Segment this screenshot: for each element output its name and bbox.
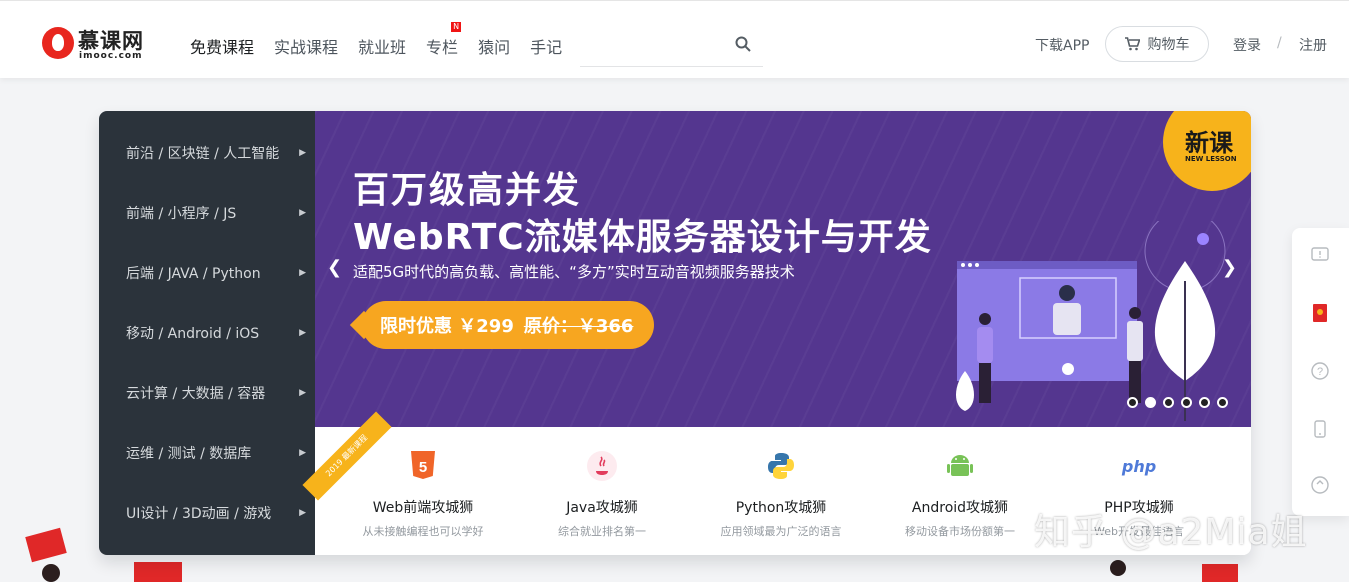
category-label: 移动 / Android / iOS [126,326,260,342]
carousel-dot[interactable] [1163,397,1174,408]
category-label: 前沿 / 区块链 / 人工智能 [126,146,280,162]
php-icon: php [1122,449,1156,483]
nav-job-class[interactable]: 就业班 [358,34,406,58]
carousel-dot[interactable] [1127,397,1138,408]
chevron-left-icon[interactable]: ❮ [327,257,342,278]
red-packet-icon[interactable] [1311,304,1329,322]
category-item-frontier[interactable]: 前沿 / 区块链 / 人工智能 ▶ [126,138,306,168]
career-path-name: Android攻城狮 [911,500,1009,516]
decorative-illustration [1110,556,1250,582]
cart-button[interactable]: 购物车 [1105,26,1209,62]
search-icon[interactable] [735,36,751,52]
chevron-right-icon: ▶ [299,508,306,518]
nav-practical-courses[interactable]: 实战课程 [274,34,338,58]
badge-label: 新课 [1185,129,1233,157]
chevron-right-icon: ▶ [299,388,306,398]
imooc-logo[interactable]: 慕课网 imooc.com [42,25,152,63]
career-path-desc: 应用领域最为广泛的语言 [720,525,842,538]
banner-title-secondary: WebRTC流媒体服务器设计与开发 [353,217,932,258]
chevron-right-icon[interactable]: ❯ [1222,257,1237,278]
category-item-mobile[interactable]: 移动 / Android / iOS ▶ [126,318,306,348]
career-path-card[interactable]: Java攻城狮 综合就业排名第一 [522,449,682,539]
banner-subtitle: 适配5G时代的高负载、高性能、“多方”实时互动音视频服务器技术 [353,263,795,281]
category-item-frontend[interactable]: 前端 / 小程序 / JS ▶ [126,198,306,228]
carousel-dot-active[interactable] [1145,397,1156,408]
nav-columns[interactable]: 专栏 N [426,22,462,58]
carousel-dots [1127,397,1228,408]
download-app-link[interactable]: 下载APP [1035,35,1089,55]
watermark-text: 知乎 @a2Mia姐 [1034,512,1308,553]
category-label: 运维 / 测试 / 数据库 [126,446,252,462]
android-icon [943,449,977,483]
career-path-name: Web前端攻城狮 [372,500,474,516]
career-path-card[interactable]: Python攻城狮 应用领域最为广泛的语言 [701,449,861,539]
original-price: 原价：￥366 [523,316,634,337]
category-item-cloud[interactable]: 云计算 / 大数据 / 容器 ▶ [126,378,306,408]
chevron-right-icon: ▶ [299,448,306,458]
carousel-dot[interactable] [1199,397,1210,408]
career-path-card[interactable]: Android攻城狮 移动设备市场份额第一 [880,449,1040,539]
career-path-name: Java攻城狮 [566,500,638,516]
category-menu: 前沿 / 区块链 / 人工智能 ▶ 前端 / 小程序 / JS ▶ 后端 / JAV… [99,111,315,555]
back-to-top-icon[interactable] [1311,476,1329,494]
feedback-icon[interactable] [1311,246,1329,264]
career-path-desc: 从未接触编程也可以学好 [362,525,484,538]
flame-logo-icon [42,27,74,59]
help-icon[interactable]: ? [1311,362,1329,380]
nav-notes[interactable]: 手记 [530,34,562,58]
python-icon [764,449,798,483]
category-item-backend[interactable]: 后端 / JAVA / Python ▶ [126,258,306,288]
cart-label: 购物车 [1147,37,1190,53]
decorative-illustration [134,562,182,582]
svg-text:?: ? [1317,366,1323,378]
register-link[interactable]: 注册 [1299,35,1327,55]
logo-domain: imooc.com [79,51,143,61]
html5-icon: 5 [406,449,440,483]
nav-columns-label: 专栏 [426,38,459,57]
video-conference-illustration [956,221,1226,421]
chevron-right-icon: ▶ [299,208,306,218]
sale-price: 限时优惠 ￥299 [380,316,514,337]
carousel-dot[interactable] [1217,397,1228,408]
badge-sublabel: NEW LESSON [1185,155,1237,163]
career-path-card[interactable]: 5 Web前端攻城狮 从未接触编程也可以学好 [343,449,503,539]
category-label: 前端 / 小程序 / JS [126,206,237,222]
banner-title: 百万级高并发 [353,170,582,211]
main-nav: 免费课程 实战课程 就业班 专栏 N 猿问 手记 [190,22,582,58]
hero-panel: 前沿 / 区块链 / 人工智能 ▶ 前端 / 小程序 / JS ▶ 后端 / JAV… [99,111,1251,555]
price-tag[interactable]: 限时优惠 ￥299 原价：￥366 [362,301,654,349]
category-item-design[interactable]: UI设计 / 3D动画 / 游戏 ▶ [126,498,306,528]
chevron-right-icon: ▶ [299,268,306,278]
promo-banner[interactable]: 百万级高并发 WebRTC流媒体服务器设计与开发 适配5G时代的高负载、高性能、… [315,111,1251,427]
top-header: 慕课网 imooc.com 免费课程 实战课程 就业班 专栏 N 猿问 手记 下… [0,0,1349,78]
career-path-name: Python攻城狮 [735,500,827,516]
chevron-right-icon: ▶ [299,328,306,338]
mobile-app-icon[interactable] [1311,420,1329,438]
java-icon [585,449,619,483]
nav-questions[interactable]: 猿问 [478,34,510,58]
new-badge: N [451,22,462,32]
career-path-desc: 综合就业排名第一 [558,525,646,538]
divider: / [1277,35,1282,51]
carousel-dot[interactable] [1181,397,1192,408]
category-label: UI设计 / 3D动画 / 游戏 [126,506,272,522]
chevron-right-icon: ▶ [299,148,306,158]
career-path-desc: 移动设备市场份额第一 [905,525,1015,538]
cart-icon [1124,37,1140,51]
search-input[interactable] [580,23,763,67]
nav-free-courses[interactable]: 免费课程 [190,34,254,58]
category-label: 云计算 / 大数据 / 容器 [126,386,266,402]
php-logo-text: php [1121,456,1157,476]
login-link[interactable]: 登录 [1233,35,1261,55]
decorative-illustration [24,526,84,582]
floating-toolbar: ? [1292,228,1349,516]
svg-text:5: 5 [419,459,427,476]
category-label: 后端 / JAVA / Python [126,266,261,282]
category-item-ops[interactable]: 运维 / 测试 / 数据库 ▶ [126,438,306,468]
